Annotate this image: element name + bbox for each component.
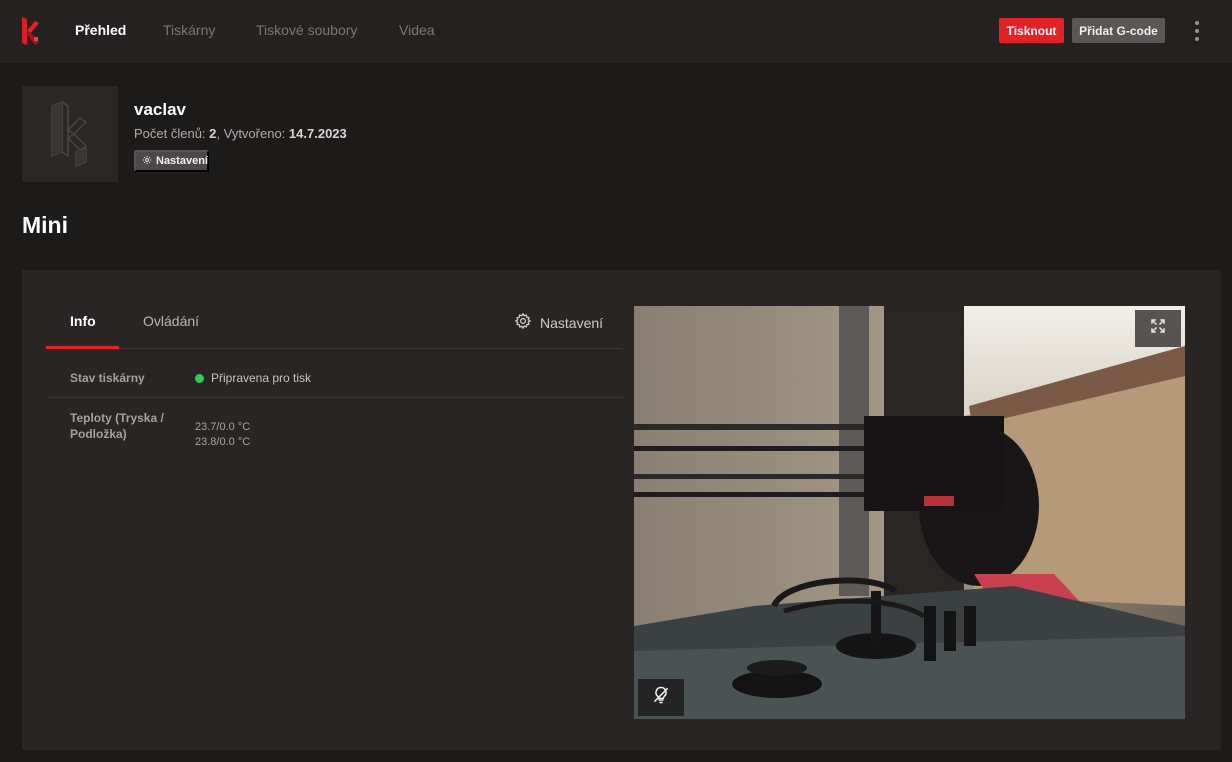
tab-controls[interactable]: Ovládání: [143, 313, 199, 329]
group-name: vaclav: [134, 100, 186, 119]
camera-feed[interactable]: [634, 306, 1185, 719]
kebab-menu-icon[interactable]: [1188, 19, 1206, 43]
kebab-dot: [1195, 29, 1199, 33]
group-settings-label: Nastavení: [156, 155, 208, 167]
temperatures-label: Teploty (Tryska / Podložka): [70, 411, 164, 441]
brand-logo-icon[interactable]: [20, 15, 42, 47]
light-toggle-button[interactable]: [638, 679, 684, 716]
group-settings-button[interactable]: Nastavení: [134, 150, 209, 172]
temperatures-values: 23.7/0.0 °C 23.8/0.0 °C: [195, 420, 250, 450]
nav-item-videos[interactable]: Videa: [399, 22, 435, 38]
kebab-dot: [1195, 37, 1199, 41]
light-off-icon: [651, 685, 671, 710]
nav-item-print-files[interactable]: Tiskové soubory: [256, 22, 357, 38]
status-dot-icon: [195, 373, 204, 383]
created-date: 14.7.2023: [288, 126, 347, 141]
row-divider: [46, 397, 622, 398]
gear-icon: [514, 312, 532, 333]
group-logo-icon: [22, 86, 118, 182]
print-button[interactable]: Tisknout: [999, 18, 1064, 43]
group-meta: Počet členů: 2, Vytvořeno: 14.7.2023: [134, 126, 347, 141]
nozzle-temperature: 23.7/0.0 °C: [195, 421, 251, 433]
active-tab-indicator: [46, 346, 119, 349]
nav-item-overview[interactable]: Přehled: [75, 22, 126, 38]
kebab-dot: [1195, 21, 1199, 25]
members-label: Počet členů:: [134, 126, 206, 141]
fullscreen-button[interactable]: [1135, 310, 1181, 347]
printer-status-value: Připravena pro tisk: [211, 371, 312, 385]
gear-icon: [142, 155, 152, 168]
printer-title: Mini: [22, 212, 68, 238]
printer-tabs: Info Ovládání Nastavení: [46, 306, 622, 349]
created-label: , Vytvořeno:: [216, 126, 286, 141]
printer-settings-label: Nastavení: [540, 314, 604, 331]
fullscreen-icon: [1149, 317, 1167, 340]
bed-temperature: 23.8/0.0 °C: [195, 436, 251, 448]
add-gcode-button[interactable]: Přidat G-code: [1072, 18, 1165, 43]
top-navigation-bar: Přehled Tiskárny Tiskové soubory Videa T…: [0, 0, 1232, 62]
tab-info[interactable]: Info: [70, 313, 96, 329]
printer-status: Připravena pro tisk: [195, 371, 311, 385]
printer-settings-button[interactable]: Nastavení: [514, 312, 603, 333]
printer-status-label: Stav tiskárny: [70, 371, 145, 385]
nav-item-printers[interactable]: Tiskárny: [163, 22, 215, 38]
